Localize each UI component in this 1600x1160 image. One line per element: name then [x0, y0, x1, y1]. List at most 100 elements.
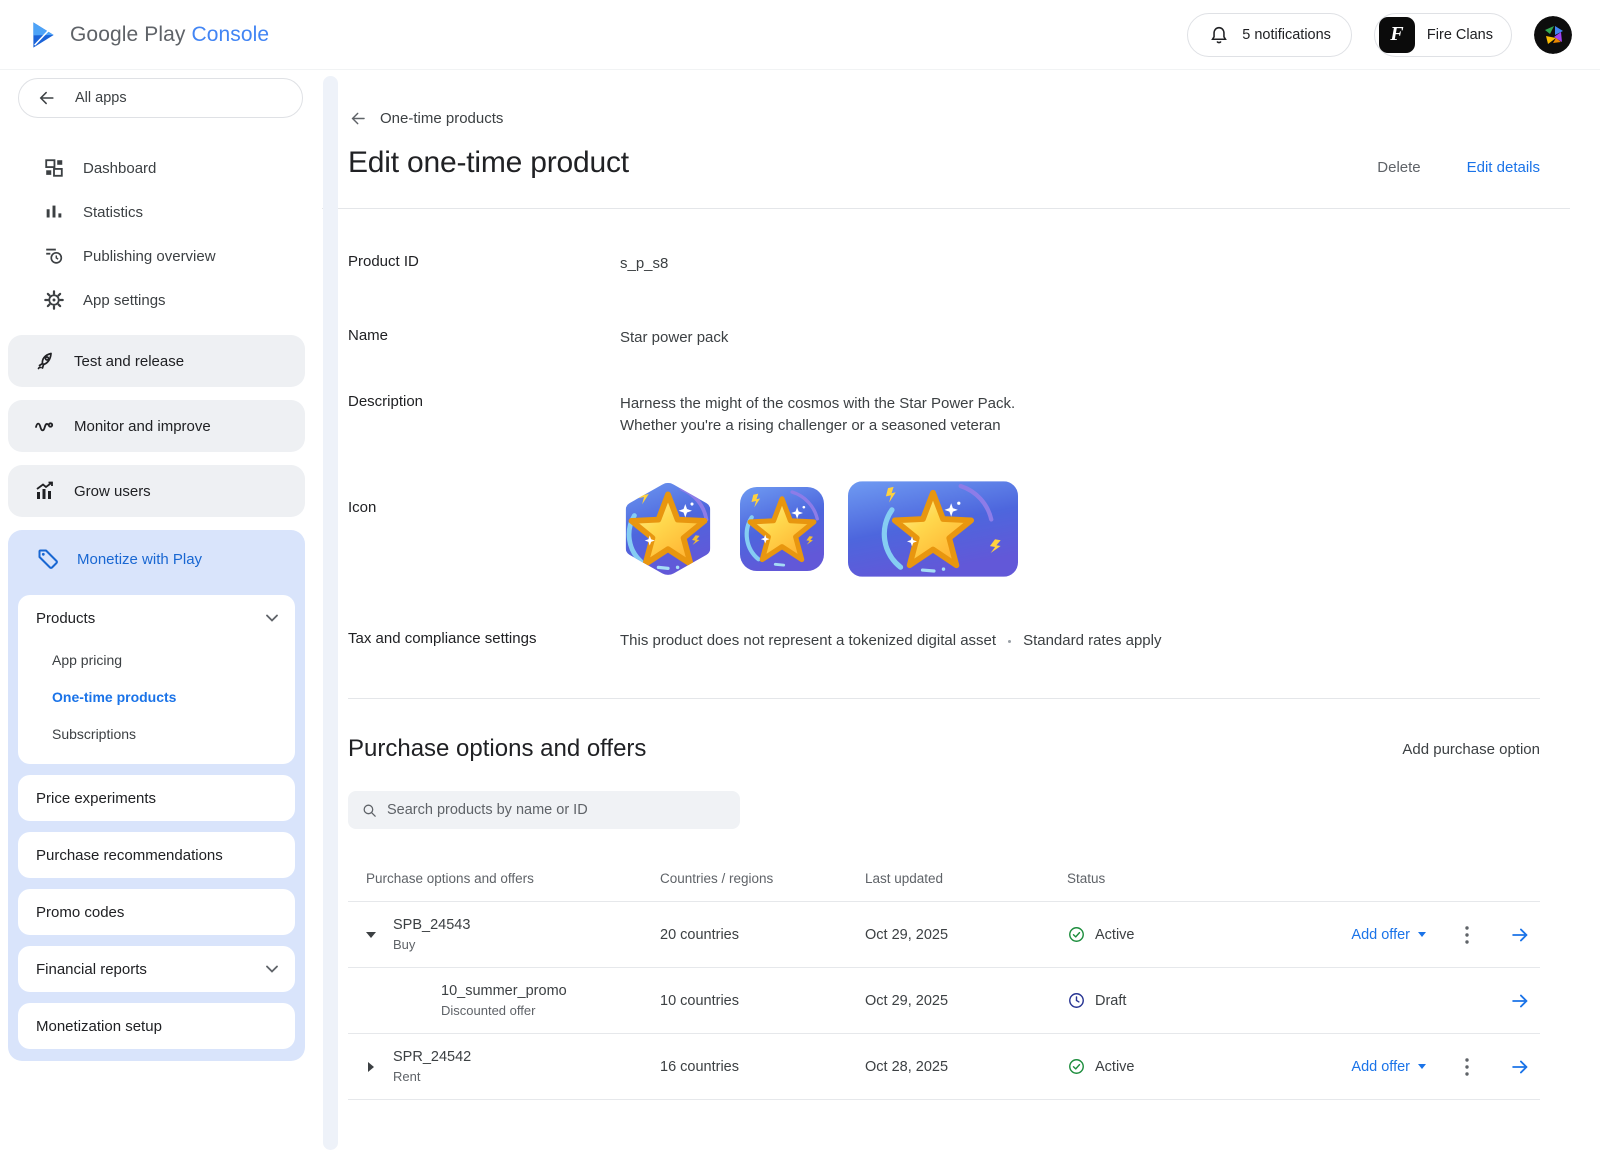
- description-line: Harness the might of the cosmos with the…: [620, 393, 1015, 415]
- topbar: Google Play Console 5 notifications F Fi…: [0, 0, 1600, 70]
- divider: [348, 698, 1540, 699]
- card-label: Promo codes: [36, 904, 124, 921]
- icon-label: Icon: [348, 481, 620, 516]
- growth-chart-icon: [33, 479, 57, 503]
- sidebar-section-grow-users[interactable]: Grow users: [8, 465, 305, 517]
- pulse-icon: [33, 414, 57, 438]
- sidebar-section-monitor-and-improve[interactable]: Monitor and improve: [8, 400, 305, 452]
- sidebar-item-products[interactable]: Products: [18, 595, 295, 641]
- sidebar-item-app-settings[interactable]: App settings: [0, 278, 348, 322]
- back-arrow-icon: [37, 86, 57, 110]
- status-badge: Active: [1095, 927, 1135, 943]
- sidebar: All apps Dashboard Statistics: [0, 70, 348, 1160]
- open-row-arrow-button[interactable]: [1508, 923, 1532, 947]
- add-offer-button[interactable]: Add offer: [1351, 1059, 1426, 1075]
- caret-down-icon: [1418, 932, 1426, 937]
- notifications-button[interactable]: 5 notifications: [1187, 13, 1352, 57]
- table-row[interactable]: SPB_24543 Buy 20 countries Oct 29, 2025 …: [348, 901, 1540, 967]
- sidebar-item-label: Dashboard: [83, 160, 156, 177]
- tag-icon: [36, 547, 60, 571]
- add-offer-button[interactable]: Add offer: [1351, 927, 1426, 943]
- product-icon-square: [740, 487, 824, 576]
- sidebar-item-dashboard[interactable]: Dashboard: [0, 146, 348, 190]
- sidebar-item-purchase-recommendations[interactable]: Purchase recommendations: [18, 832, 295, 878]
- back-arrow-icon[interactable]: [348, 106, 368, 130]
- add-offer-label: Add offer: [1351, 1059, 1410, 1075]
- triangle-right-icon: [368, 1062, 374, 1072]
- open-row-arrow-button[interactable]: [1508, 989, 1532, 1013]
- table-row[interactable]: SPR_24542 Rent 16 countries Oct 28, 2025…: [348, 1033, 1540, 1099]
- add-purchase-option-button[interactable]: Add purchase option: [1402, 741, 1540, 758]
- description-line: Whether you're a rising challenger or a …: [620, 415, 1015, 437]
- status-badge: Draft: [1095, 993, 1126, 1009]
- more-options-button[interactable]: [1464, 923, 1470, 947]
- all-apps-button[interactable]: All apps: [18, 78, 303, 118]
- monetize-label: Monetize with Play: [77, 551, 202, 568]
- app-name: Fire Clans: [1427, 27, 1493, 43]
- subitem-label: App pricing: [52, 652, 122, 668]
- bar-chart-icon: [42, 200, 66, 224]
- publishing-overview-icon: [42, 244, 66, 268]
- sidebar-scrollbar[interactable]: [323, 76, 338, 1150]
- sidebar-item-label: Statistics: [83, 204, 143, 221]
- countries-cell: 10 countries: [660, 993, 865, 1009]
- card-label: Monetization setup: [36, 1018, 162, 1035]
- expand-expander-button[interactable]: [348, 1062, 393, 1072]
- sidebar-item-promo-codes[interactable]: Promo codes: [18, 889, 295, 935]
- description-label: Description: [348, 393, 620, 410]
- products-label: Products: [36, 610, 95, 627]
- offer-type: Discounted offer: [441, 1003, 567, 1018]
- name-label: Name: [348, 327, 620, 344]
- dot-separator: [1008, 640, 1011, 643]
- table-row[interactable]: 10_summer_promo Discounted offer 10 coun…: [348, 967, 1540, 1033]
- card-label: Financial reports: [36, 961, 147, 978]
- delete-button[interactable]: Delete: [1377, 159, 1420, 176]
- chevron-down-icon: [265, 606, 279, 630]
- clock-icon: [1067, 989, 1086, 1013]
- product-id-label: Product ID: [348, 253, 620, 270]
- sidebar-item-statistics[interactable]: Statistics: [0, 190, 348, 234]
- sidebar-item-publishing-overview[interactable]: Publishing overview: [0, 234, 348, 278]
- sidebar-item-app-pricing[interactable]: App pricing: [18, 641, 295, 678]
- sidebar-item-label: Publishing overview: [83, 248, 216, 265]
- sidebar-item-label: App settings: [83, 292, 166, 309]
- purchase-options-table: Purchase options and offers Countries / …: [348, 855, 1540, 1100]
- sidebar-item-price-experiments[interactable]: Price experiments: [18, 775, 295, 821]
- edit-details-button[interactable]: Edit details: [1467, 159, 1540, 176]
- sidebar-section-monetize-with-play[interactable]: Monetize with Play: [18, 534, 295, 584]
- column-header: Status: [1067, 871, 1286, 886]
- account-avatar[interactable]: [1534, 16, 1572, 54]
- all-apps-label: All apps: [75, 90, 127, 106]
- column-header: Purchase options and offers: [348, 871, 660, 886]
- sidebar-item-one-time-products[interactable]: One-time products: [18, 678, 295, 715]
- breadcrumb[interactable]: One-time products: [348, 106, 1540, 130]
- sidebar-item-monetization-setup[interactable]: Monetization setup: [18, 1003, 295, 1049]
- purchase-option-type: Buy: [393, 937, 470, 952]
- triangle-down-icon: [366, 932, 376, 938]
- card-label: Purchase recommendations: [36, 847, 223, 864]
- main-content: One-time products Edit one-time product …: [348, 70, 1600, 1160]
- notifications-label: 5 notifications: [1242, 27, 1331, 43]
- breadcrumb-label: One-time products: [380, 110, 503, 127]
- caret-down-icon: [1418, 1064, 1426, 1069]
- open-row-arrow-button[interactable]: [1508, 1055, 1532, 1079]
- more-options-button[interactable]: [1464, 1055, 1470, 1079]
- brand-text: Google Play Console: [70, 23, 269, 47]
- tax-value: This product does not represent a tokeni…: [620, 630, 996, 652]
- tax-value: Standard rates apply: [1023, 630, 1161, 652]
- sidebar-item-subscriptions[interactable]: Subscriptions: [18, 715, 295, 752]
- collapse-expander-button[interactable]: [348, 932, 393, 938]
- purchase-option-type: Rent: [393, 1069, 471, 1084]
- google-play-logo-icon: [30, 20, 57, 50]
- table-header: Purchase options and offers Countries / …: [348, 855, 1540, 901]
- search-input[interactable]: [387, 802, 728, 818]
- play-console-logo[interactable]: Google Play Console: [30, 20, 269, 50]
- product-icon-wide: [848, 481, 1018, 582]
- sidebar-item-financial-reports[interactable]: Financial reports: [18, 946, 295, 992]
- app-switcher-button[interactable]: F Fire Clans: [1374, 13, 1512, 57]
- description-field: Description Harness the might of the cos…: [348, 393, 1540, 437]
- tax-label: Tax and compliance settings: [348, 630, 620, 647]
- product-icon-hexagon: [620, 481, 716, 582]
- divider: [322, 208, 1570, 209]
- sidebar-section-test-and-release[interactable]: Test and release: [8, 335, 305, 387]
